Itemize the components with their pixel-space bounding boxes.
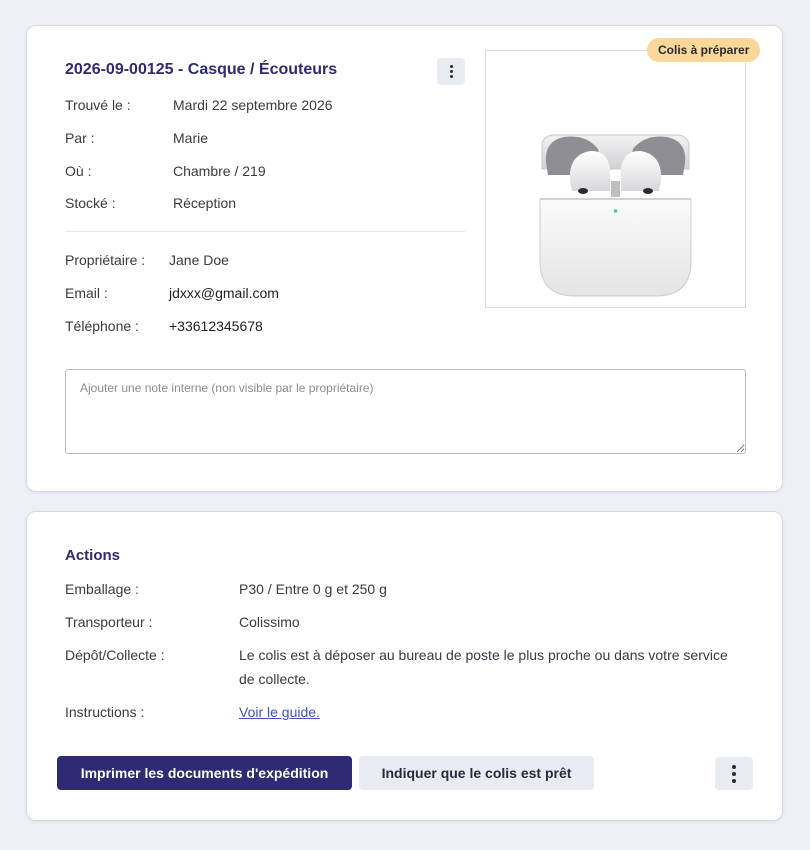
kebab-menu-icon: [732, 764, 736, 783]
by-label: Par :: [65, 130, 95, 146]
actions-title: Actions: [65, 547, 121, 564]
mark-ready-button[interactable]: Indiquer que le colis est prêt: [359, 756, 594, 790]
item-more-button[interactable]: [437, 58, 465, 85]
email-value: jdxxx@gmail.com: [169, 285, 279, 301]
guide-link[interactable]: Voir le guide.: [239, 704, 320, 720]
dropoff-value: Le colis est à déposer au bureau de post…: [239, 647, 728, 687]
stored-value: Réception: [173, 195, 237, 211]
item-photo: [485, 50, 746, 308]
internal-note-input[interactable]: [65, 369, 746, 454]
divider: [65, 231, 465, 232]
where-label: Où :: [65, 163, 92, 179]
phone-value: +33612345678: [169, 318, 263, 334]
dropoff-label: Dépôt/Collecte :: [65, 647, 165, 663]
carrier-label: Transporteur :: [65, 614, 153, 630]
packaging-label: Emballage :: [65, 581, 139, 597]
actions-more-button[interactable]: [715, 757, 753, 790]
actions-card: Actions Emballage : P30 / Entre 0 g et 2…: [26, 511, 783, 821]
item-title: 2026-09-00125 - Casque / Écouteurs: [65, 61, 338, 78]
kebab-menu-icon: [449, 65, 453, 78]
earbuds-case-photo: [539, 134, 692, 297]
owner-value: Jane Doe: [169, 252, 229, 268]
email-label: Email :: [65, 285, 108, 301]
packaging-value: P30 / Entre 0 g et 250 g: [239, 581, 387, 597]
stored-label: Stocké :: [65, 195, 116, 211]
by-value: Marie: [173, 130, 209, 146]
item-card: 2026-09-00125 - Casque / Écouteurs Trouv…: [26, 25, 783, 492]
found-label: Trouvé le :: [65, 97, 131, 113]
where-value: Chambre / 219: [173, 163, 266, 179]
owner-label: Propriétaire :: [65, 252, 146, 268]
instructions-label: Instructions :: [65, 704, 145, 720]
found-value: Mardi 22 septembre 2026: [173, 97, 333, 113]
carrier-value: Colissimo: [239, 614, 300, 630]
status-badge: Colis à préparer: [647, 38, 761, 62]
print-documents-button[interactable]: Imprimer les documents d'expédition: [57, 756, 352, 790]
phone-label: Téléphone :: [65, 318, 139, 334]
